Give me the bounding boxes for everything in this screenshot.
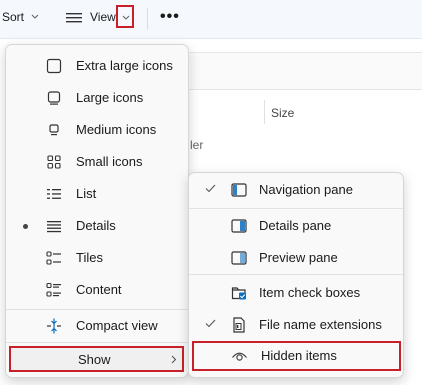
menu-item-list[interactable]: List [6, 179, 188, 209]
small-icons-icon [47, 155, 61, 169]
details-pane-icon [231, 219, 247, 233]
menu-item-content[interactable]: Content [6, 275, 188, 305]
menu-item-label: Show [78, 352, 111, 367]
preview-pane-icon [231, 251, 247, 265]
toolbar-separator [147, 8, 148, 30]
submenu-item-navigation-pane[interactable]: Navigation pane [189, 175, 403, 205]
submenu-item-label: File name extensions [259, 317, 382, 332]
tiles-icon [46, 251, 61, 265]
submenu-item-label: Item check boxes [259, 285, 361, 300]
checkmark-icon [205, 184, 216, 193]
navigation-pane-icon [231, 183, 247, 197]
view-menu: Extra large icons Large icons Medium ico… [5, 44, 189, 378]
menu-item-large-icons[interactable]: Large icons [6, 83, 188, 113]
menu-divider [189, 208, 403, 209]
menu-item-label: Compact view [76, 318, 158, 333]
menu-item-label: Extra large icons [76, 58, 173, 73]
chevron-down-icon [31, 14, 39, 19]
file-extension-icon [233, 317, 245, 333]
chevron-down-icon [122, 15, 130, 20]
chevron-right-icon [171, 355, 177, 364]
address-area [190, 52, 422, 90]
medium-icons-icon [49, 124, 59, 136]
large-icons-icon [47, 91, 61, 105]
submenu-item-preview-pane[interactable]: Preview pane [189, 243, 403, 273]
menu-item-label: Content [76, 282, 122, 297]
menu-item-label: Large icons [76, 90, 144, 105]
submenu-item-label: Preview pane [259, 250, 338, 265]
menu-item-medium-icons[interactable]: Medium icons [6, 115, 188, 145]
file-list-text: ler [190, 138, 204, 152]
submenu-item-hidden-items[interactable]: Hidden items [192, 341, 401, 371]
menu-item-tiles[interactable]: Tiles [6, 243, 188, 273]
menu-item-extra-large-icons[interactable]: Extra large icons [6, 51, 188, 81]
selected-bullet-icon [23, 224, 28, 229]
menu-item-compact-view[interactable]: Compact view [6, 311, 188, 341]
submenu-item-details-pane[interactable]: Details pane [189, 211, 403, 241]
see-more-button[interactable]: ••• [160, 8, 180, 26]
details-icon [47, 221, 61, 233]
menu-item-small-icons[interactable]: Small icons [6, 147, 188, 177]
content-icon [46, 282, 61, 297]
command-bar: Sort View ••• [0, 0, 422, 39]
show-submenu: Navigation pane Details pane Preview pan… [188, 172, 404, 378]
menu-item-label: List [76, 186, 97, 201]
menu-divider [6, 342, 188, 343]
menu-item-label: Tiles [76, 250, 103, 265]
column-separator [264, 100, 265, 124]
submenu-item-label: Navigation pane [259, 182, 353, 197]
sort-button[interactable]: Sort [2, 10, 24, 24]
menu-divider [189, 274, 403, 275]
submenu-item-label: Details pane [259, 218, 332, 233]
column-header-size[interactable]: Size [271, 106, 294, 120]
submenu-item-label: Hidden items [261, 348, 337, 363]
menu-item-label: Details [76, 218, 116, 233]
menu-item-show[interactable]: Show [9, 346, 184, 372]
checkmark-icon [205, 319, 216, 328]
submenu-item-item-check-boxes[interactable]: Item check boxes [189, 278, 403, 308]
view-dropdown-button[interactable] [116, 5, 134, 28]
checkbox-icon [231, 287, 246, 300]
view-button[interactable]: View [90, 10, 116, 24]
compact-view-icon [47, 318, 61, 334]
eye-icon [232, 352, 247, 361]
list-icon [47, 189, 61, 199]
menu-item-details[interactable]: Details [6, 211, 188, 241]
extra-large-icons-icon [46, 58, 62, 74]
submenu-item-file-name-extensions[interactable]: File name extensions [189, 310, 403, 340]
menu-item-label: Medium icons [76, 122, 157, 137]
menu-item-label: Small icons [76, 154, 143, 169]
view-icon [66, 13, 82, 23]
menu-divider [6, 309, 188, 310]
